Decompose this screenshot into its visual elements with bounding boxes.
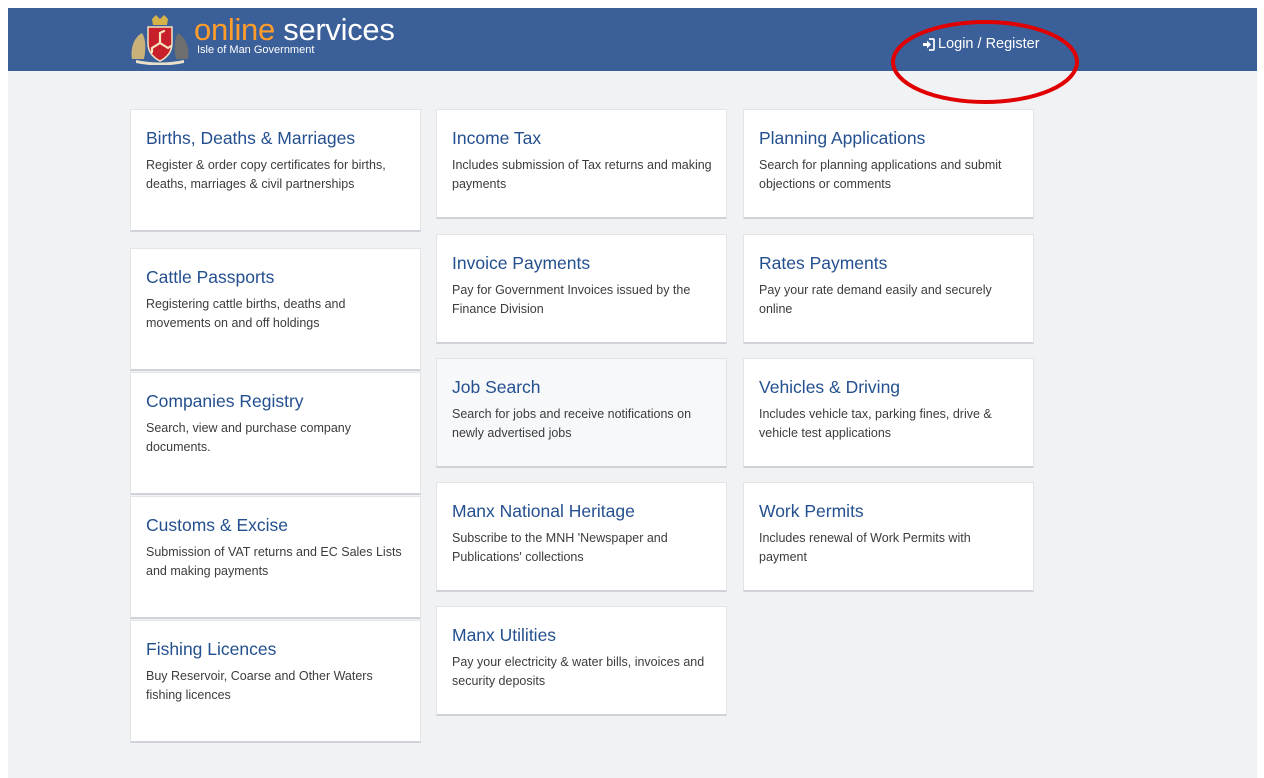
- tile-description: Pay for Government Invoices issued by th…: [452, 283, 691, 316]
- service-tile-companies-registry[interactable]: Companies Registry Search, view and purc…: [130, 372, 421, 495]
- tile-title: Companies Registry: [146, 391, 304, 411]
- tile-description: Search, view and purchase company docume…: [146, 421, 351, 454]
- service-tile-income-tax[interactable]: Income Tax Includes submission of Tax re…: [436, 109, 727, 219]
- service-tile-vehicles-driving[interactable]: Vehicles & Driving Includes vehicle tax,…: [743, 358, 1034, 468]
- tile-description: Pay your electricity & water bills, invo…: [452, 655, 705, 688]
- tile-description: Subscribe to the MNH 'Newspaper and Publ…: [452, 531, 668, 564]
- service-tile-rates-payments[interactable]: Rates Payments Pay your rate demand easi…: [743, 234, 1034, 344]
- tile-title: Vehicles & Driving: [759, 377, 901, 397]
- tile-title: Income Tax: [452, 128, 542, 148]
- tile-description: Search for planning applications and sub…: [759, 158, 1002, 191]
- service-tile-job-search[interactable]: Job Search Search for jobs and receive n…: [436, 358, 727, 468]
- tile-description: Pay your rate demand easily and securely…: [759, 283, 992, 316]
- tile-title: Customs & Excise: [146, 515, 288, 535]
- tile-title: Job Search: [452, 377, 541, 397]
- page-frame: online services Isle of Man Government L…: [8, 8, 1257, 778]
- tile-title: Manx National Heritage: [452, 501, 635, 521]
- service-tile-fishing-licences[interactable]: Fishing Licences Buy Reservoir, Coarse a…: [130, 620, 421, 743]
- service-tile-invoice-payments[interactable]: Invoice Payments Pay for Government Invo…: [436, 234, 727, 344]
- service-tile-planning-applications[interactable]: Planning Applications Search for plannin…: [743, 109, 1034, 219]
- login-register-label: Login / Register: [938, 36, 1040, 52]
- service-tile-customs-excise[interactable]: Customs & Excise Submission of VAT retur…: [130, 496, 421, 619]
- brand-title[interactable]: online services: [194, 13, 395, 47]
- tile-description: Submission of VAT returns and EC Sales L…: [146, 545, 402, 578]
- service-tile-births-deaths-marriages[interactable]: Births, Deaths & Marriages Register & or…: [130, 109, 421, 232]
- tile-title: Cattle Passports: [146, 267, 275, 287]
- tile-description: Includes vehicle tax, parking fines, dri…: [759, 407, 992, 440]
- brand-title-online: online: [194, 12, 275, 47]
- service-tile-manx-utilities[interactable]: Manx Utilities Pay your electricity & wa…: [436, 606, 727, 716]
- tile-title: Births, Deaths & Marriages: [146, 128, 356, 148]
- service-tile-cattle-passports[interactable]: Cattle Passports Registering cattle birt…: [130, 248, 421, 371]
- site-header: online services Isle of Man Government L…: [8, 8, 1257, 71]
- tile-description: Includes renewal of Work Permits with pa…: [759, 531, 971, 564]
- tile-description: Buy Reservoir, Coarse and Other Waters f…: [146, 669, 373, 702]
- tile-title: Rates Payments: [759, 253, 888, 273]
- sign-in-icon: [923, 37, 935, 51]
- service-tile-work-permits[interactable]: Work Permits Includes renewal of Work Pe…: [743, 482, 1034, 592]
- brand-subtitle: Isle of Man Government: [197, 44, 315, 56]
- tile-title: Planning Applications: [759, 128, 926, 148]
- tile-title: Manx Utilities: [452, 625, 557, 645]
- tile-description: Registering cattle births, deaths and mo…: [146, 297, 346, 330]
- tile-description: Register & order copy certificates for b…: [146, 158, 386, 191]
- tile-title: Work Permits: [759, 501, 864, 521]
- isle-of-man-crest-icon[interactable]: [128, 13, 192, 65]
- tile-title: Fishing Licences: [146, 639, 277, 659]
- service-tile-manx-national-heritage[interactable]: Manx National Heritage Subscribe to the …: [436, 482, 727, 592]
- tile-description: Search for jobs and receive notification…: [452, 407, 692, 440]
- tile-description: Includes submission of Tax returns and m…: [452, 158, 712, 191]
- brand-title-services: services: [274, 12, 395, 47]
- login-register-link[interactable]: Login / Register: [922, 35, 1040, 53]
- tile-title: Invoice Payments: [452, 253, 591, 273]
